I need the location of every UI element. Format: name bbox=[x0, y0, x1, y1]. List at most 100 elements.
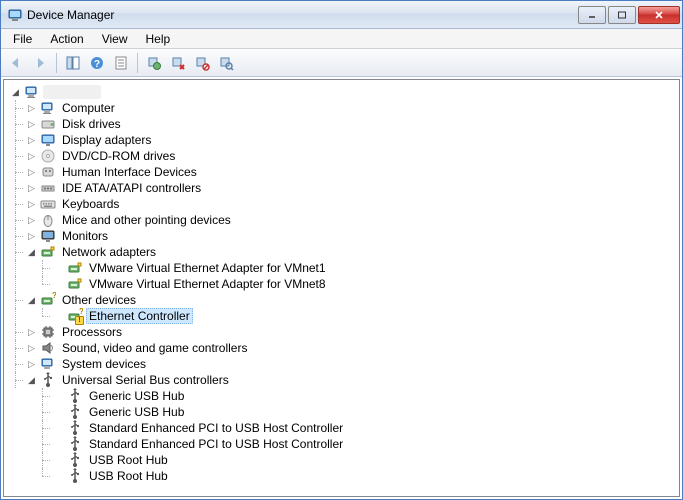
close-button[interactable] bbox=[638, 6, 680, 24]
processor-icon bbox=[40, 324, 56, 340]
tree-node[interactable]: System devices bbox=[4, 356, 679, 372]
tree-node[interactable]: Network adapters bbox=[4, 244, 679, 260]
tree-node-label: Universal Serial Bus controllers bbox=[59, 372, 232, 388]
expand-icon[interactable] bbox=[26, 327, 37, 338]
usb-icon bbox=[67, 468, 83, 484]
menubar: File Action View Help bbox=[1, 29, 682, 49]
network-icon bbox=[40, 244, 56, 260]
tree-root[interactable] bbox=[4, 84, 679, 100]
tree-node[interactable]: Universal Serial Bus controllers bbox=[4, 372, 679, 388]
tree-node-label: Display adapters bbox=[59, 132, 154, 148]
tree-node-label: Disk drives bbox=[59, 116, 124, 132]
usb-icon bbox=[67, 420, 83, 436]
monitor-icon bbox=[40, 228, 56, 244]
tree-node-label: Processors bbox=[59, 324, 125, 340]
tree-node-label: Human Interface Devices bbox=[59, 164, 200, 180]
titlebar[interactable]: Device Manager bbox=[1, 1, 682, 29]
tree-node-label: VMware Virtual Ethernet Adapter for VMne… bbox=[86, 260, 329, 276]
expand-icon[interactable] bbox=[26, 215, 37, 226]
menu-view[interactable]: View bbox=[94, 30, 136, 48]
expand-icon[interactable] bbox=[26, 359, 37, 370]
tree-node-label: Mice and other pointing devices bbox=[59, 212, 234, 228]
expand-icon[interactable] bbox=[10, 87, 21, 98]
disk-icon bbox=[40, 116, 56, 132]
keyboard-icon bbox=[40, 196, 56, 212]
expand-icon[interactable] bbox=[26, 151, 37, 162]
expand-icon[interactable] bbox=[26, 343, 37, 354]
tree-node[interactable]: DVD/CD-ROM drives bbox=[4, 148, 679, 164]
tree-node-label: Computer bbox=[59, 100, 118, 116]
maximize-button[interactable] bbox=[608, 6, 636, 24]
tree-node[interactable]: Human Interface Devices bbox=[4, 164, 679, 180]
tree-node-label: Network adapters bbox=[59, 244, 159, 260]
usb-icon bbox=[67, 388, 83, 404]
display-icon bbox=[40, 132, 56, 148]
tree-node-label: Monitors bbox=[59, 228, 111, 244]
update-driver-button[interactable] bbox=[143, 52, 165, 74]
tree-node-label: DVD/CD-ROM drives bbox=[59, 148, 178, 164]
tree-node-label: Generic USB Hub bbox=[86, 388, 187, 404]
expand-icon[interactable] bbox=[26, 103, 37, 114]
sound-icon bbox=[40, 340, 56, 356]
tree-node[interactable]: Other devices bbox=[4, 292, 679, 308]
system-icon bbox=[40, 356, 56, 372]
expand-icon[interactable] bbox=[26, 199, 37, 210]
help-toolbar-button[interactable]: ? bbox=[86, 52, 108, 74]
computer-icon bbox=[40, 100, 56, 116]
expand-icon[interactable] bbox=[26, 183, 37, 194]
properties-toolbar-button[interactable] bbox=[110, 52, 132, 74]
tree-child-node[interactable]: USB Root Hub bbox=[4, 452, 679, 468]
dvd-icon bbox=[40, 148, 56, 164]
usb-icon bbox=[67, 404, 83, 420]
ide-icon bbox=[40, 180, 56, 196]
menu-file[interactable]: File bbox=[5, 30, 40, 48]
tree-child-node[interactable]: ! Ethernet Controller bbox=[4, 308, 679, 324]
uninstall-button[interactable] bbox=[167, 52, 189, 74]
tree-node[interactable]: Disk drives bbox=[4, 116, 679, 132]
tree-node-label: IDE ATA/ATAPI controllers bbox=[59, 180, 204, 196]
tree-child-node[interactable]: Generic USB Hub bbox=[4, 404, 679, 420]
tree-node[interactable]: Mice and other pointing devices bbox=[4, 212, 679, 228]
hid-icon bbox=[40, 164, 56, 180]
minimize-button[interactable] bbox=[578, 6, 606, 24]
tree-child-node[interactable]: VMware Virtual Ethernet Adapter for VMne… bbox=[4, 260, 679, 276]
tree-child-node[interactable]: Standard Enhanced PCI to USB Host Contro… bbox=[4, 436, 679, 452]
tree-child-node[interactable]: USB Root Hub bbox=[4, 468, 679, 484]
app-icon bbox=[7, 7, 23, 23]
forward-button[interactable] bbox=[29, 52, 51, 74]
expand-icon[interactable] bbox=[26, 119, 37, 130]
expand-icon[interactable] bbox=[26, 135, 37, 146]
other-icon: ! bbox=[67, 308, 83, 324]
disable-button[interactable] bbox=[191, 52, 213, 74]
tree-node[interactable]: IDE ATA/ATAPI controllers bbox=[4, 180, 679, 196]
tree-node-label: Other devices bbox=[59, 292, 139, 308]
tree-node-label: Generic USB Hub bbox=[86, 404, 187, 420]
network-icon bbox=[67, 260, 83, 276]
other-icon bbox=[40, 292, 56, 308]
back-button[interactable] bbox=[5, 52, 27, 74]
warning-overlay-icon: ! bbox=[75, 316, 84, 325]
tree-child-node[interactable]: Generic USB Hub bbox=[4, 388, 679, 404]
tree-node[interactable]: Keyboards bbox=[4, 196, 679, 212]
tree-child-node[interactable]: Standard Enhanced PCI to USB Host Contro… bbox=[4, 420, 679, 436]
tree-node-label: Keyboards bbox=[59, 196, 122, 212]
expand-icon[interactable] bbox=[26, 375, 37, 386]
expand-icon[interactable] bbox=[26, 167, 37, 178]
expand-icon[interactable] bbox=[26, 295, 37, 306]
tree-node[interactable]: Monitors bbox=[4, 228, 679, 244]
menu-help[interactable]: Help bbox=[138, 30, 179, 48]
console-tree-button[interactable] bbox=[62, 52, 84, 74]
tree-node[interactable]: Processors bbox=[4, 324, 679, 340]
tree-node[interactable]: Display adapters bbox=[4, 132, 679, 148]
scan-hardware-button[interactable] bbox=[215, 52, 237, 74]
tree-node[interactable]: Sound, video and game controllers bbox=[4, 340, 679, 356]
expand-icon[interactable] bbox=[26, 247, 37, 258]
tree-node[interactable]: Computer bbox=[4, 100, 679, 116]
expand-icon[interactable] bbox=[26, 231, 37, 242]
root-label-obscured bbox=[43, 85, 101, 99]
window-title: Device Manager bbox=[27, 8, 576, 22]
tree-child-node[interactable]: VMware Virtual Ethernet Adapter for VMne… bbox=[4, 276, 679, 292]
tree-node-label: Ethernet Controller bbox=[86, 308, 193, 324]
tree-pane[interactable]: Computer Disk drives Display adapters DV… bbox=[3, 79, 680, 497]
menu-action[interactable]: Action bbox=[42, 30, 91, 48]
